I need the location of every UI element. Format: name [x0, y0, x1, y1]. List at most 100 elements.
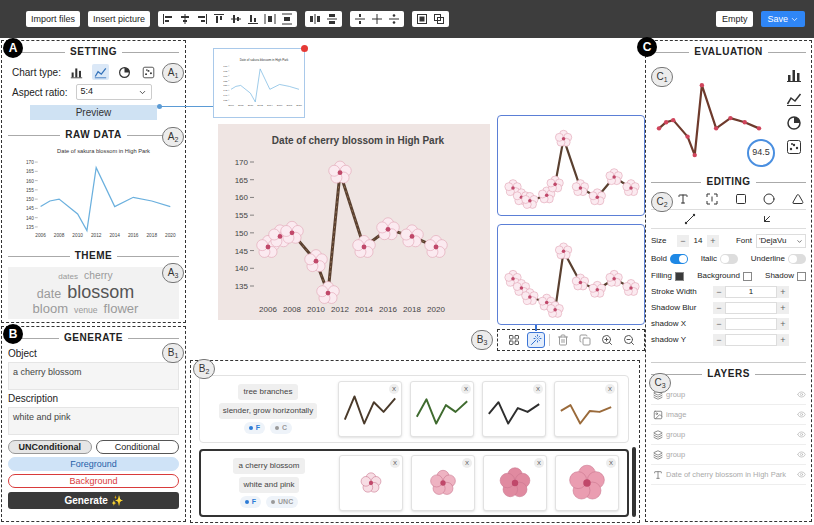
mode-button[interactable]: Conditional [96, 440, 180, 454]
scatter-chart-icon[interactable] [142, 66, 155, 79]
triangle-tool-icon[interactable] [792, 193, 804, 205]
number-stepper[interactable]: −+ [713, 334, 789, 346]
align-icon[interactable] [416, 13, 428, 25]
remove-button[interactable]: X [389, 384, 399, 394]
tool-button[interactable] [576, 332, 594, 348]
theme-word[interactable]: blossom [67, 283, 134, 301]
bar-chart-icon[interactable] [786, 67, 802, 83]
candidate-card[interactable] [497, 115, 645, 216]
eye-icon[interactable] [797, 470, 806, 479]
pie-chart-icon[interactable] [118, 66, 131, 79]
layer-row[interactable]: group [651, 445, 806, 465]
remove-button[interactable]: X [533, 384, 543, 394]
bar-chart-icon[interactable] [70, 66, 83, 79]
layer-row[interactable]: image [651, 405, 806, 425]
preview-button[interactable]: Preview [30, 105, 157, 120]
tool-button[interactable] [620, 332, 638, 348]
line-chart-icon[interactable] [786, 91, 802, 107]
textbox-tool-icon[interactable] [706, 193, 718, 205]
theme-word[interactable]: cherry [84, 271, 113, 281]
tool-button[interactable] [505, 332, 523, 348]
arrow-tool-icon[interactable] [761, 213, 773, 225]
line-chart-icon[interactable] [94, 66, 107, 79]
align-icon[interactable] [309, 13, 321, 25]
pie-chart-icon[interactable] [786, 115, 802, 131]
generated-image[interactable]: X [555, 455, 619, 511]
candidate-card[interactable] [497, 224, 645, 325]
toggle-switch[interactable] [670, 254, 688, 264]
align-icon[interactable] [247, 13, 259, 25]
eye-icon[interactable] [797, 450, 806, 459]
theme-word[interactable]: date [37, 288, 61, 301]
layer-mode-button[interactable]: Background [8, 474, 179, 488]
align-icon[interactable] [354, 13, 366, 25]
mode-button[interactable]: UNConditional [8, 440, 92, 454]
text-tool-icon[interactable] [677, 193, 689, 205]
color-swatch[interactable] [743, 272, 752, 281]
eye-icon[interactable] [797, 410, 806, 419]
remove-button[interactable]: X [534, 458, 544, 468]
generated-image[interactable]: X [482, 381, 546, 437]
object-input[interactable]: a cherry blossom [8, 362, 179, 390]
font-select[interactable]: 'DejaVu [756, 234, 806, 248]
toolbar-button[interactable]: Insert picture [88, 11, 150, 27]
remove-button[interactable]: X [605, 384, 615, 394]
align-icon[interactable] [388, 13, 400, 25]
theme-word[interactable]: bloom [33, 302, 69, 315]
result-row[interactable]: a cherry blossomwhite and pinkFUNCXXXX [199, 449, 629, 517]
empty-button[interactable]: Empty [716, 11, 754, 27]
aspect-ratio-select[interactable]: 5:4 [76, 84, 152, 100]
rectangle-tool-icon[interactable] [735, 193, 747, 205]
align-icon[interactable] [433, 13, 445, 25]
align-icon[interactable] [162, 13, 174, 25]
number-stepper[interactable]: −+ [713, 318, 789, 330]
theme-word[interactable]: dates [58, 273, 78, 281]
generated-image[interactable]: X [554, 381, 618, 437]
align-icon[interactable] [179, 13, 191, 25]
remove-button[interactable]: X [462, 458, 472, 468]
tool-button[interactable] [527, 332, 545, 348]
tool-button[interactable] [554, 332, 572, 348]
align-icon[interactable] [281, 13, 293, 25]
remove-button[interactable]: X [390, 458, 400, 468]
number-stepper[interactable]: −14+ [677, 235, 719, 247]
theme-word[interactable]: flower [104, 302, 139, 315]
layer-row[interactable]: Date of cherry blossom in High Park [651, 465, 806, 485]
preview-thumbnail[interactable]: Date of sakura blossom in High Park17016… [213, 48, 305, 118]
toolbar-button[interactable]: Import files [26, 11, 80, 27]
number-stepper[interactable]: −+ [713, 302, 789, 314]
align-icon[interactable] [326, 13, 338, 25]
theme-word[interactable]: venue [74, 306, 98, 315]
line-tool-icon[interactable] [684, 213, 696, 225]
layer-row[interactable]: group [651, 385, 806, 405]
remove-button[interactable]: X [461, 384, 471, 394]
save-button[interactable]: Save [761, 11, 805, 27]
align-icon[interactable] [196, 13, 208, 25]
align-icon[interactable] [213, 13, 225, 25]
remove-button[interactable]: X [606, 458, 616, 468]
generate-button[interactable]: Generate ✨ [8, 492, 179, 509]
align-icon[interactable] [371, 13, 383, 25]
color-swatch[interactable] [797, 272, 806, 281]
layer-row[interactable]: group [651, 425, 806, 445]
result-row[interactable]: tree branchesslender, grow horizontallyF… [199, 375, 629, 443]
eye-icon[interactable] [797, 430, 806, 439]
scatter-chart-icon[interactable] [786, 139, 802, 155]
generated-image[interactable]: X [410, 381, 474, 437]
tool-button[interactable] [598, 332, 616, 348]
generated-image[interactable]: X [338, 381, 402, 437]
circle-tool-icon[interactable] [763, 193, 775, 205]
align-icon[interactable] [230, 13, 242, 25]
description-input[interactable]: white and pink [8, 407, 179, 435]
toggle-switch[interactable] [788, 254, 806, 264]
main-chart[interactable]: Date of cherry blossom in High Park17016… [218, 124, 490, 320]
generated-image[interactable]: X [483, 455, 547, 511]
color-swatch[interactable] [675, 272, 684, 281]
layer-mode-button[interactable]: Foreground [8, 457, 179, 471]
number-stepper[interactable]: −1+ [713, 286, 789, 298]
generated-image[interactable]: X [339, 455, 403, 511]
align-icon[interactable] [264, 13, 276, 25]
toggle-switch[interactable] [720, 254, 738, 264]
generated-image[interactable]: X [411, 455, 475, 511]
eye-icon[interactable] [797, 390, 806, 399]
